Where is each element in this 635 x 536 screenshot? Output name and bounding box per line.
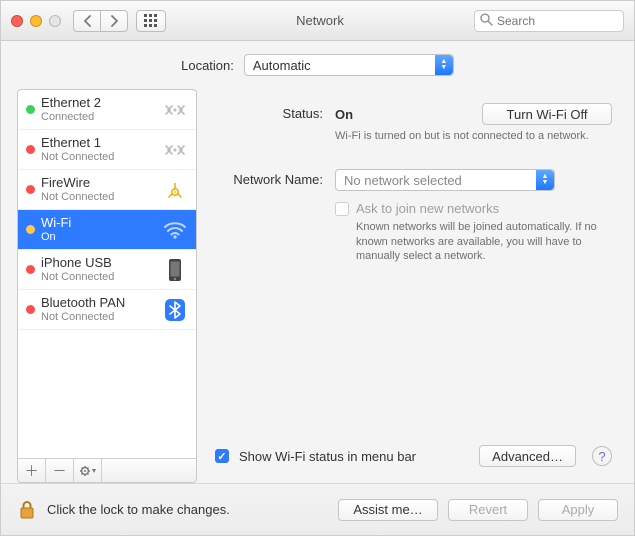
service-name: Wi-Fi [41, 216, 156, 230]
firewire-icon [162, 177, 188, 203]
help-button[interactable]: ? [592, 446, 612, 466]
minimize-window-button[interactable] [30, 15, 42, 27]
status-dot [26, 145, 35, 154]
detail-footer: Show Wi-Fi status in menu bar Advanced… … [215, 435, 612, 481]
phone-icon [162, 257, 188, 283]
apply-button[interactable]: Apply [538, 499, 618, 521]
bluetooth-icon [162, 297, 188, 323]
location-selected-value: Automatic [253, 58, 311, 73]
traffic-lights [11, 15, 61, 27]
chevron-up-down-icon: ▲▼ [536, 170, 554, 190]
nav-buttons [73, 10, 128, 32]
show-status-label: Show Wi-Fi status in menu bar [239, 449, 416, 464]
location-select[interactable]: Automatic ▲▼ [244, 54, 454, 76]
bottom-bar: Click the lock to make changes. Assist m… [1, 483, 634, 535]
service-list-body: Ethernet 2 Connected Ethernet 1 Not Conn… [18, 90, 196, 458]
detail-pane: Status: On Turn Wi-Fi Off Wi-Fi is turne… [209, 89, 618, 483]
window-title: Network [166, 13, 474, 28]
chevron-up-down-icon: ▲▼ [435, 55, 453, 75]
lock-button[interactable] [17, 499, 37, 521]
service-name: FireWire [41, 176, 156, 190]
status-row: Status: On Turn Wi-Fi Off Wi-Fi is turne… [215, 99, 612, 147]
status-label: Status: [215, 103, 335, 121]
forward-button[interactable] [100, 10, 128, 32]
service-row-ethernet2[interactable]: Ethernet 2 Connected [18, 90, 196, 130]
ethernet-icon [162, 137, 188, 163]
service-row-bluetooth-pan[interactable]: Bluetooth PAN Not Connected [18, 290, 196, 330]
service-status: Not Connected [41, 271, 156, 283]
status-dot [26, 225, 35, 234]
service-name: iPhone USB [41, 256, 156, 270]
toggle-wifi-button[interactable]: Turn Wi-Fi Off [482, 103, 612, 125]
main-area: Ethernet 2 Connected Ethernet 1 Not Conn… [1, 89, 634, 483]
lock-icon [18, 500, 36, 520]
ask-to-join-label: Ask to join new networks [356, 201, 499, 216]
network-name-label: Network Name: [215, 169, 335, 187]
assist-me-button[interactable]: Assist me… [338, 499, 438, 521]
service-status: Not Connected [41, 311, 156, 323]
network-preferences-window: Network Location: Automatic ▲▼ Ethernet … [0, 0, 635, 536]
service-name: Ethernet 2 [41, 96, 156, 110]
service-list: Ethernet 2 Connected Ethernet 1 Not Conn… [17, 89, 197, 483]
service-list-footer: ＋ － [18, 458, 196, 482]
grid-icon [144, 14, 158, 28]
service-name: Ethernet 1 [41, 136, 156, 150]
maximize-window-button[interactable] [49, 15, 61, 27]
service-actions-button[interactable] [74, 459, 102, 483]
ask-to-join-subtext: Known networks will be joined automatica… [356, 220, 606, 263]
chevron-left-icon [83, 15, 92, 27]
gear-icon [79, 465, 97, 477]
show-all-button[interactable] [136, 10, 166, 32]
service-status: Not Connected [41, 151, 156, 163]
search-field-container [474, 10, 624, 32]
ethernet-icon [162, 97, 188, 123]
lock-text: Click the lock to make changes. [47, 502, 230, 517]
service-status: Not Connected [41, 191, 156, 203]
status-subtext: Wi-Fi is turned on but is not connected … [335, 129, 612, 143]
ask-to-join-checkbox[interactable] [335, 202, 349, 216]
service-status: Connected [41, 111, 156, 123]
service-row-firewire[interactable]: FireWire Not Connected [18, 170, 196, 210]
advanced-button[interactable]: Advanced… [479, 445, 576, 467]
revert-button[interactable]: Revert [448, 499, 528, 521]
location-label: Location: [181, 58, 234, 73]
search-input[interactable] [474, 10, 624, 32]
wifi-icon [162, 217, 188, 243]
service-name: Bluetooth PAN [41, 296, 156, 310]
status-value: On [335, 107, 353, 122]
ask-to-join-row: Ask to join new networks [335, 201, 612, 216]
titlebar: Network [1, 1, 634, 41]
remove-service-button[interactable]: － [46, 459, 74, 483]
network-name-row: Network Name: No network selected ▲▼ Ask… [215, 165, 612, 267]
status-dot [26, 105, 35, 114]
network-name-select[interactable]: No network selected ▲▼ [335, 169, 555, 191]
search-icon [480, 13, 493, 29]
close-window-button[interactable] [11, 15, 23, 27]
location-row: Location: Automatic ▲▼ [1, 41, 634, 89]
service-status: On [41, 231, 156, 243]
service-row-ethernet1[interactable]: Ethernet 1 Not Connected [18, 130, 196, 170]
show-status-checkbox[interactable] [215, 449, 229, 463]
service-row-iphone-usb[interactable]: iPhone USB Not Connected [18, 250, 196, 290]
service-row-wifi[interactable]: Wi-Fi On [18, 210, 196, 250]
add-service-button[interactable]: ＋ [18, 459, 46, 483]
status-dot [26, 265, 35, 274]
status-dot [26, 185, 35, 194]
chevron-right-icon [110, 15, 119, 27]
back-button[interactable] [73, 10, 101, 32]
network-name-selected: No network selected [344, 173, 462, 188]
status-dot [26, 305, 35, 314]
